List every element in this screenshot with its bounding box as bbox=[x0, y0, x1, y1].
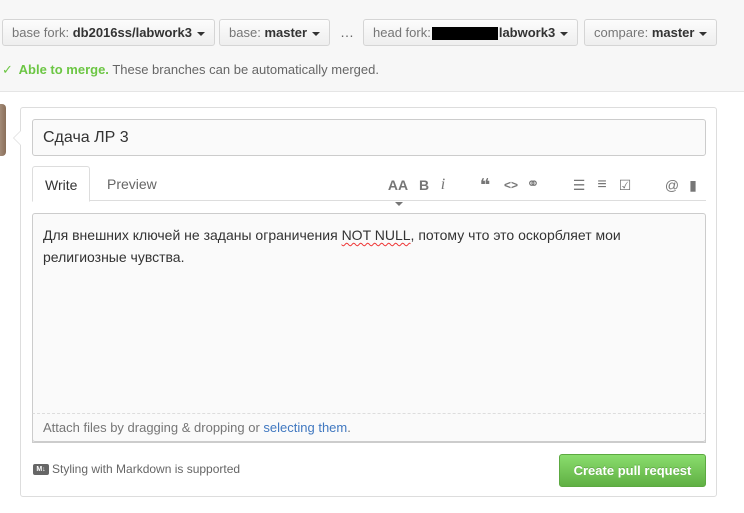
markdown-note: M↓ Styling with Markdown is supported bbox=[33, 460, 240, 478]
task-list-icon[interactable]: ☑ bbox=[616, 176, 634, 194]
markdown-link[interactable]: Styling with Markdown is supported bbox=[52, 462, 240, 476]
check-icon: ✓ bbox=[2, 62, 13, 77]
mention-icon[interactable]: @ bbox=[664, 176, 680, 194]
attach-text: Attach files by dragging & dropping or bbox=[43, 420, 264, 435]
chevron-down-icon bbox=[699, 31, 708, 36]
base-fork-dropdown[interactable]: base fork: db2016ss/labwork3 bbox=[2, 19, 215, 46]
merge-status: ✓ Able to merge. These branches can be a… bbox=[2, 62, 379, 78]
body-text: Для внешних ключей не заданы ограничения… bbox=[43, 224, 683, 268]
create-pull-request-button[interactable]: Create pull request bbox=[559, 454, 706, 487]
body-text-before: Для внешних ключей не заданы ограничения bbox=[43, 227, 342, 243]
bold-icon[interactable]: B bbox=[417, 176, 431, 194]
merge-status-label: Able to merge. bbox=[18, 62, 109, 77]
head-fork-label: head fork: bbox=[373, 25, 431, 40]
spellcheck-flagged-text: NOT NULL bbox=[341, 227, 411, 243]
compare-bar: base fork: db2016ss/labwork3 base: maste… bbox=[0, 0, 744, 92]
range-ellipsis: … bbox=[340, 24, 354, 40]
head-fork-dropdown[interactable]: head fork: labwork3 bbox=[363, 19, 579, 46]
text-size-label: AA bbox=[387, 177, 409, 193]
merge-status-message: These branches can be automatically merg… bbox=[112, 62, 379, 77]
markdown-icon: M↓ bbox=[33, 464, 49, 476]
compare-value: master bbox=[651, 25, 695, 40]
title-input[interactable]: Сдача ЛР 3 bbox=[32, 119, 706, 156]
tab-write[interactable]: Write bbox=[32, 166, 91, 202]
link-icon[interactable]: ⚭ bbox=[524, 176, 542, 194]
redacted-owner bbox=[431, 27, 498, 41]
base-label: base: bbox=[229, 25, 261, 40]
select-files-link[interactable]: selecting them bbox=[263, 420, 347, 435]
tab-preview[interactable]: Preview bbox=[95, 166, 169, 202]
text-size-icon[interactable]: AA bbox=[383, 176, 413, 207]
compare-branch-dropdown[interactable]: compare: master bbox=[584, 19, 718, 46]
base-branch-dropdown[interactable]: base: master bbox=[219, 19, 331, 46]
base-value: master bbox=[264, 25, 308, 40]
attach-period: . bbox=[347, 420, 351, 435]
bookmark-icon[interactable]: ▮ bbox=[686, 176, 700, 194]
italic-icon[interactable]: i bbox=[437, 176, 449, 194]
body-textarea[interactable]: Для внешних ключей не заданы ограничения… bbox=[32, 213, 706, 443]
numbered-list-icon[interactable]: ≡ bbox=[594, 176, 610, 194]
base-fork-value: db2016ss/labwork3 bbox=[72, 25, 192, 40]
pull-request-form: Сдача ЛР 3 Write Preview AA B i ❝ <> ⚭ ☰… bbox=[13, 107, 717, 497]
avatar bbox=[0, 104, 6, 156]
code-icon[interactable]: <> bbox=[502, 176, 520, 194]
base-fork-label: base fork: bbox=[12, 25, 70, 40]
chevron-down-icon bbox=[395, 202, 403, 207]
chevron-down-icon bbox=[560, 31, 569, 36]
attach-files-bar[interactable]: Attach files by dragging & dropping or s… bbox=[32, 413, 706, 442]
bullet-list-icon[interactable]: ☰ bbox=[571, 176, 587, 194]
quote-icon[interactable]: ❝ bbox=[476, 176, 494, 194]
compare-label: compare: bbox=[594, 25, 649, 40]
head-fork-value: labwork3 bbox=[498, 25, 556, 40]
chevron-down-icon bbox=[196, 31, 205, 36]
chevron-down-icon bbox=[312, 31, 321, 36]
